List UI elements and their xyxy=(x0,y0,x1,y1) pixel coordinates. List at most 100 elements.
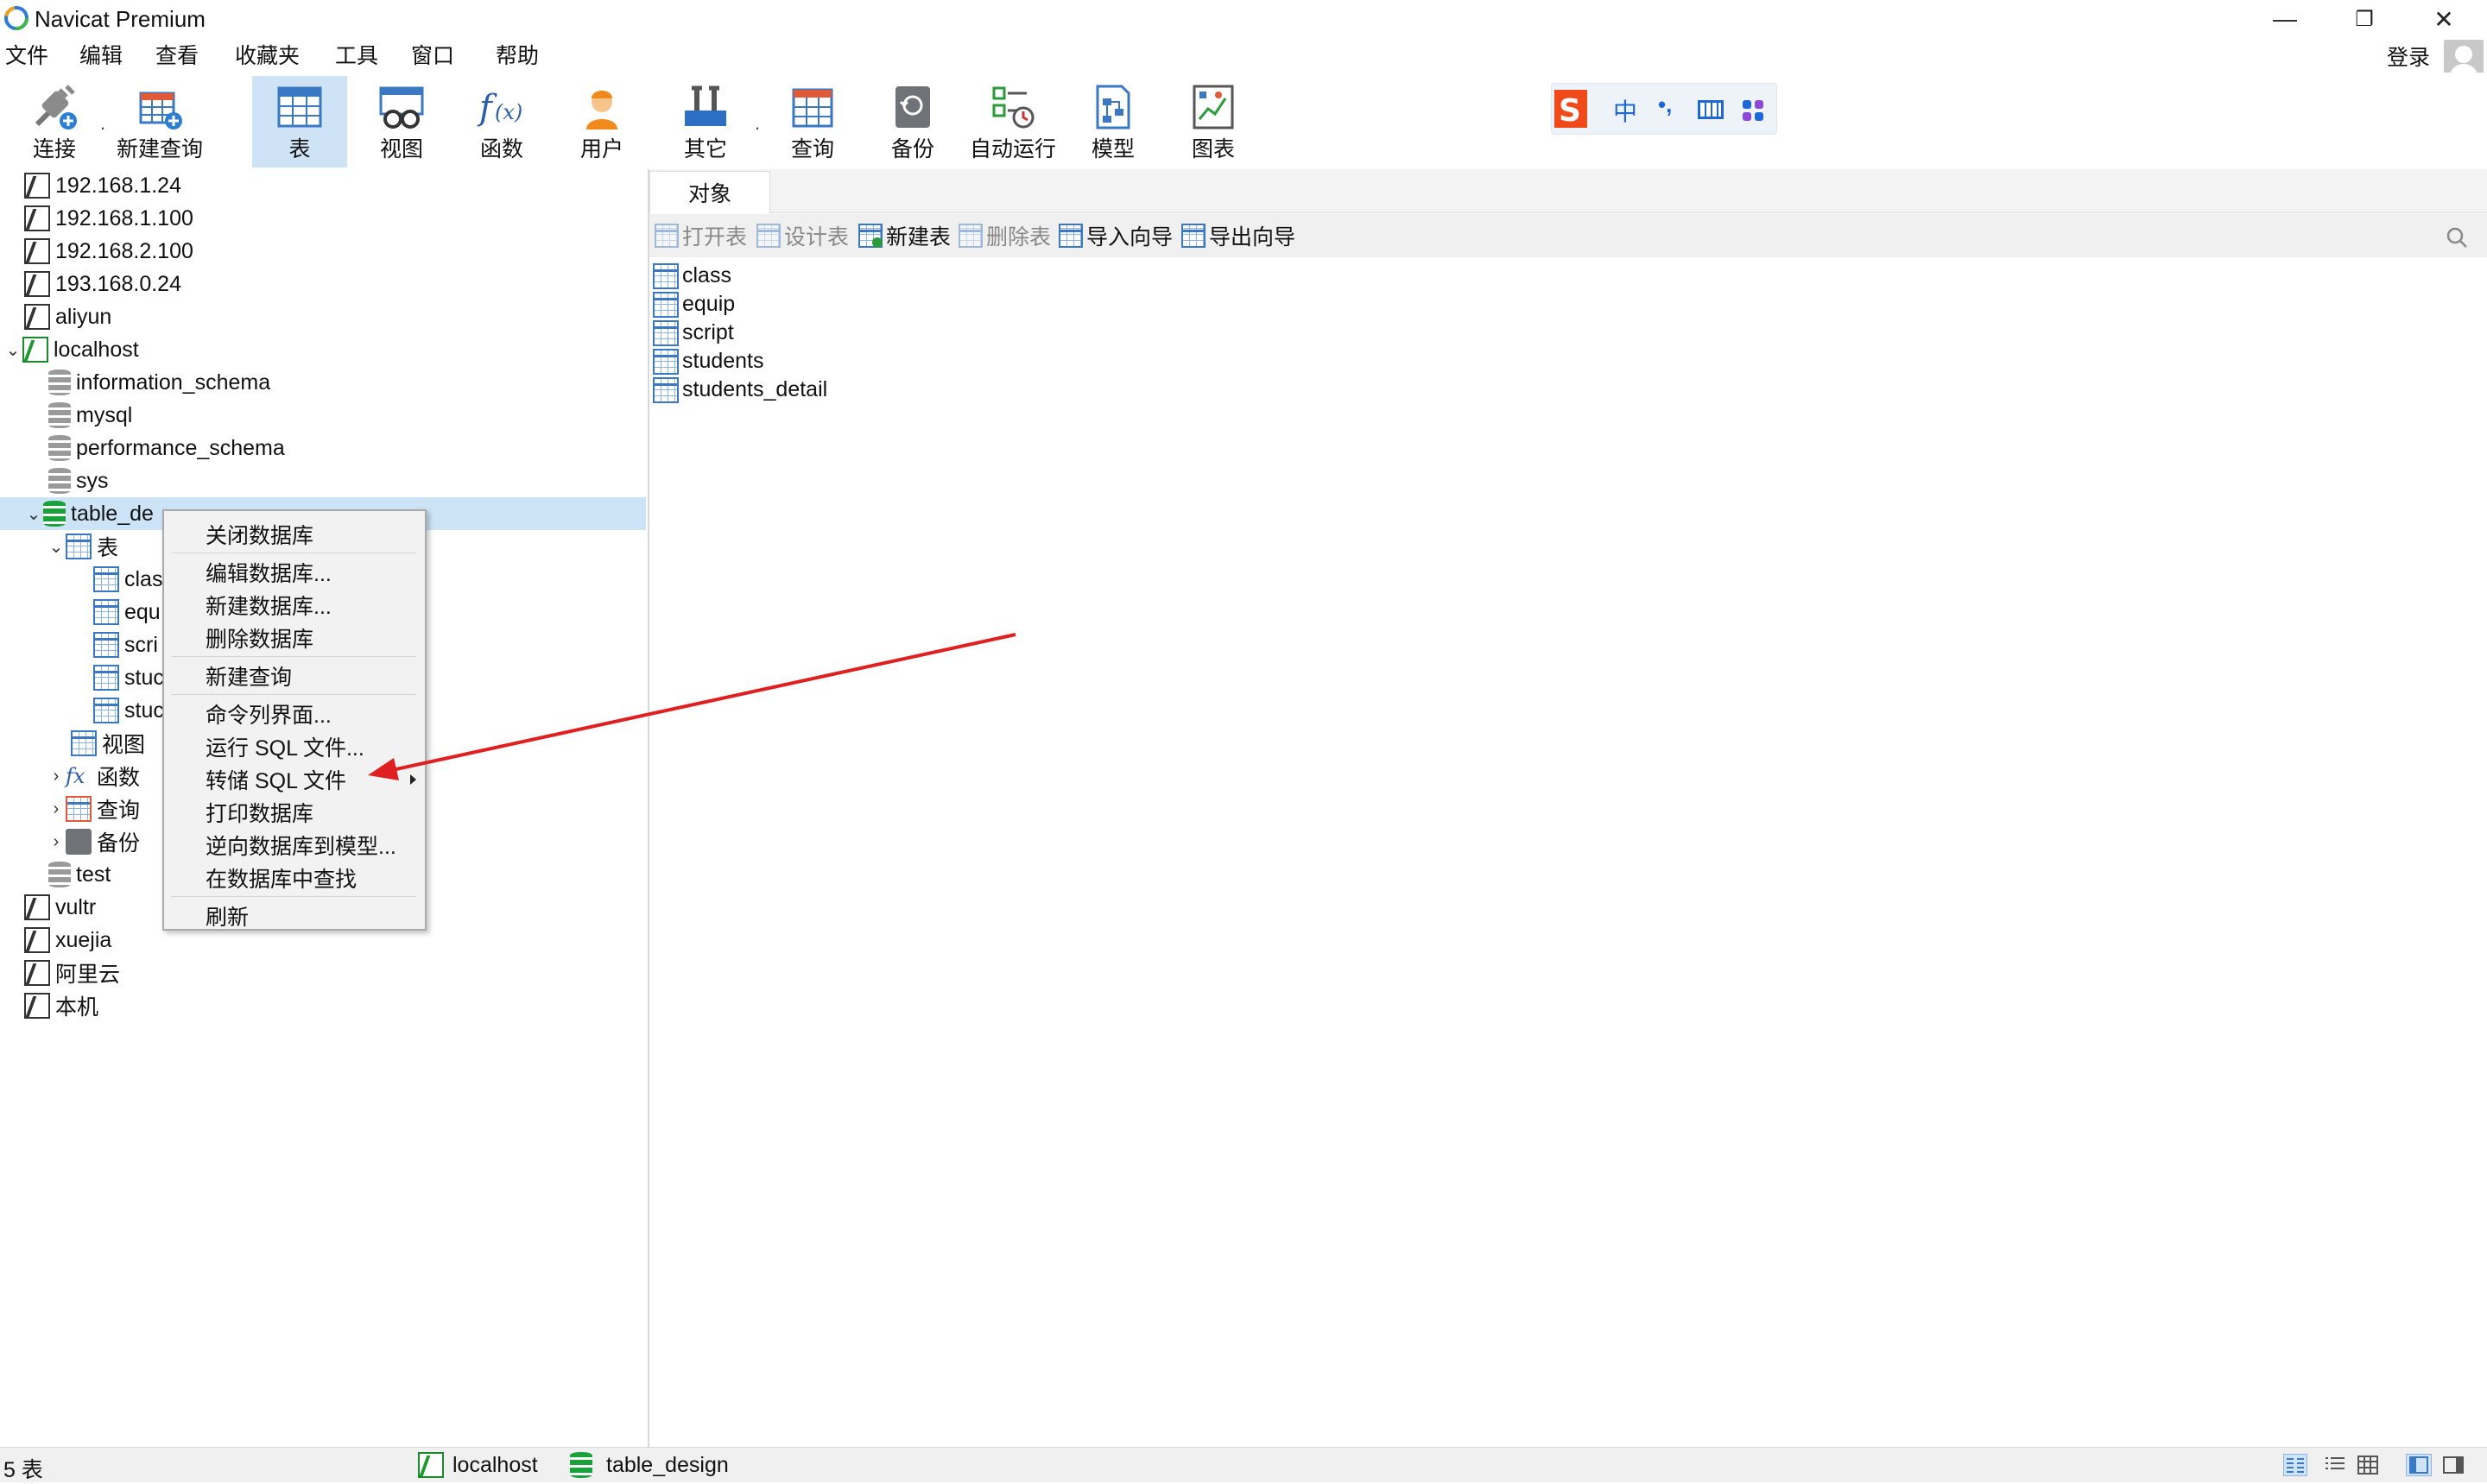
tree-label: localhost xyxy=(54,337,139,362)
tree-table[interactable]: scri xyxy=(93,628,158,661)
status-connection: localhost xyxy=(452,1453,538,1477)
tree-connection[interactable]: 阿里云 xyxy=(24,957,120,989)
ime-punct-label[interactable]: •, xyxy=(1658,92,1672,118)
chevron-right-icon[interactable]: › xyxy=(47,799,66,819)
tree-backups-group[interactable]: › 备份 xyxy=(47,825,140,858)
tree-database[interactable]: information_schema xyxy=(48,366,270,399)
menu-edit-database[interactable]: 编辑数据库... xyxy=(164,556,425,589)
search-icon[interactable] xyxy=(2446,226,2468,249)
object-table-item[interactable]: students xyxy=(653,347,764,376)
toolbar-user-button[interactable]: 用户 xyxy=(554,76,649,167)
toggle-right-pane-icon[interactable] xyxy=(2440,1454,2466,1476)
object-table-item[interactable]: students_detail xyxy=(653,376,827,404)
tree-database[interactable]: test xyxy=(48,858,111,891)
tree-connection[interactable]: 192.168.1.24 xyxy=(24,169,181,202)
toolbar-dropdown-dot[interactable]: . xyxy=(100,112,105,135)
toggle-left-pane-icon[interactable] xyxy=(2406,1454,2432,1476)
object-label: class xyxy=(682,263,731,287)
menu-window[interactable]: 窗口 xyxy=(411,41,454,71)
toolbar-connect-button[interactable]: 连接 xyxy=(7,76,102,167)
delete-table-label: 删除表 xyxy=(986,225,1052,249)
tree-queries-group[interactable]: › 查询 xyxy=(47,793,140,825)
new-query-icon xyxy=(134,81,186,133)
menu-refresh[interactable]: 刷新 xyxy=(164,900,425,932)
import-wizard-button[interactable]: 导入向导 xyxy=(1059,219,1173,252)
tree-table[interactable]: stuc xyxy=(93,694,164,727)
chevron-right-icon[interactable]: › xyxy=(47,832,66,852)
detail-view-icon[interactable] xyxy=(2323,1454,2347,1476)
tree-connection[interactable]: 192.168.2.100 xyxy=(24,235,193,268)
tree-table[interactable]: stuc xyxy=(93,661,164,694)
tree-connection[interactable]: vultr xyxy=(24,891,96,924)
tree-connection[interactable]: aliyun xyxy=(24,300,111,333)
minimize-button[interactable]: — xyxy=(2245,0,2325,38)
tree-connection[interactable]: xuejia xyxy=(24,924,111,957)
delete-table-button[interactable]: 删除表 xyxy=(959,219,1051,252)
menu-file[interactable]: 文件 xyxy=(5,41,48,71)
tree-connection-localhost[interactable]: ⌄ localhost xyxy=(3,333,139,366)
menu-edit[interactable]: 编辑 xyxy=(79,41,123,71)
toolbar-other-button[interactable]: 其它 xyxy=(658,76,753,167)
tree-views-group[interactable]: 视图 xyxy=(71,727,145,760)
menu-find-in-database[interactable]: 在数据库中查找 xyxy=(164,862,425,894)
object-table-item[interactable]: class xyxy=(653,262,731,290)
menu-reverse-to-model[interactable]: 逆向数据库到模型... xyxy=(164,829,425,862)
menu-print-database[interactable]: 打印数据库 xyxy=(164,796,425,829)
tree-tables-group[interactable]: ⌄ 表 xyxy=(47,530,118,563)
view-icon xyxy=(376,81,427,133)
toolbar-dropdown-dot-2[interactable]: . xyxy=(755,112,760,135)
toolbar-model-button[interactable]: 模型 xyxy=(1066,76,1161,167)
menu-help[interactable]: 帮助 xyxy=(496,41,539,71)
chevron-down-icon[interactable]: ⌄ xyxy=(24,503,43,525)
tree-connection[interactable]: 本机 xyxy=(24,989,98,1022)
menu-view[interactable]: 查看 xyxy=(155,41,199,71)
object-table-item[interactable]: script xyxy=(653,319,734,347)
keyboard-icon[interactable] xyxy=(1698,100,1724,119)
login-link[interactable]: 登录 xyxy=(2387,43,2430,73)
tab-objects[interactable]: 对象 xyxy=(649,171,770,213)
grid-view-icon[interactable] xyxy=(2356,1454,2380,1476)
query-icon xyxy=(787,81,838,133)
tree-connection[interactable]: 193.168.0.24 xyxy=(24,268,181,300)
apps-grid-icon[interactable] xyxy=(1741,98,1765,123)
tree-database[interactable]: mysql xyxy=(48,399,132,432)
chevron-down-icon[interactable]: ⌄ xyxy=(3,339,22,361)
tree-functions-group[interactable]: › fx 函数 xyxy=(47,760,140,793)
menu-close-database[interactable]: 关闭数据库 xyxy=(164,518,425,551)
tree-label: clas xyxy=(124,566,163,591)
menu-item-label: 删除数据库 xyxy=(206,628,314,652)
list-view-icon[interactable] xyxy=(2283,1454,2307,1476)
export-icon xyxy=(1181,224,1206,248)
tree-table[interactable]: clas xyxy=(93,563,162,596)
tree-table[interactable]: equ xyxy=(93,596,161,628)
open-table-button[interactable]: 打开表 xyxy=(655,219,747,252)
toolbar-new-query-button[interactable]: 新建查询 xyxy=(112,76,207,167)
ime-mode-label[interactable]: 中 xyxy=(1613,93,1637,128)
toolbar-query-button[interactable]: 查询 xyxy=(765,76,860,167)
toolbar-view-button[interactable]: 视图 xyxy=(354,76,449,167)
menu-tools[interactable]: 工具 xyxy=(335,41,378,71)
toolbar-auto-run-button[interactable]: 自动运行 xyxy=(965,76,1060,167)
tree-connection[interactable]: 192.168.1.100 xyxy=(24,202,193,235)
restore-button[interactable]: ❐ xyxy=(2325,0,2404,38)
close-button[interactable]: ✕ xyxy=(2404,0,2484,38)
tree-label: stuc xyxy=(124,698,164,723)
database-icon xyxy=(48,369,71,395)
menu-favorites[interactable]: 收藏夹 xyxy=(235,41,300,71)
toolbar-chart-button[interactable]: 图表 xyxy=(1166,76,1261,167)
table-icon xyxy=(653,319,679,346)
object-table-item[interactable]: equip xyxy=(653,290,735,319)
chevron-right-icon[interactable]: › xyxy=(47,767,66,786)
export-wizard-button[interactable]: 导出向导 xyxy=(1181,219,1295,252)
toolbar-function-button[interactable]: f (x) 函数 xyxy=(454,76,549,167)
design-table-button[interactable]: 设计表 xyxy=(756,219,849,252)
tree-database[interactable]: performance_schema xyxy=(48,432,285,464)
tree-label: 表 xyxy=(97,536,119,560)
tree-database[interactable]: sys xyxy=(48,464,109,497)
new-table-button[interactable]: 新建表 xyxy=(858,219,951,252)
delete-table-icon xyxy=(959,224,983,248)
chevron-down-icon[interactable]: ⌄ xyxy=(47,536,66,558)
connection-icon xyxy=(24,993,50,1019)
toolbar-backup-button[interactable]: 备份 xyxy=(865,76,960,167)
toolbar-table-button[interactable]: 表 xyxy=(252,76,347,167)
